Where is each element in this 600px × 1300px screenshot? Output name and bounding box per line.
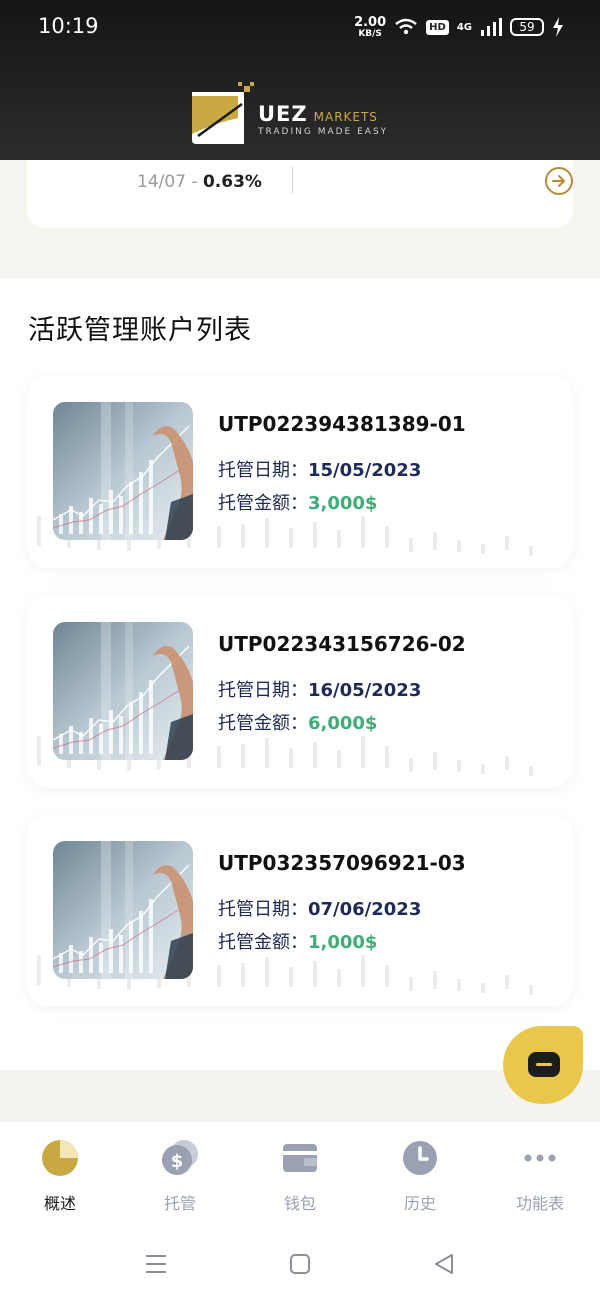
- custody-date-label: 托管日期：: [218, 899, 308, 920]
- trading-chart-image: [53, 841, 193, 979]
- next-arrow-button[interactable]: [545, 167, 573, 195]
- clock-icon: [403, 1141, 437, 1175]
- wallet-icon: [283, 1144, 317, 1172]
- hd-badge: HD: [426, 19, 449, 35]
- bottom-navigation: 概述 $ 托管 钱包 历史 功能表: [0, 1122, 600, 1222]
- custody-date-value: 15/05/2023: [308, 460, 422, 481]
- account-id: UTP022343156726-02: [218, 632, 466, 656]
- custody-date-label: 托管日期：: [218, 680, 308, 701]
- custody-date-label: 托管日期：: [218, 460, 308, 481]
- brand-wordmark: UEZ MARKETS TRADING MADE EASY: [258, 102, 388, 137]
- account-id: UTP022394381389-01: [218, 412, 466, 436]
- nav-label-menu: 功能表: [515, 1194, 564, 1213]
- section-title: 活跃管理账户列表: [28, 315, 252, 346]
- home-icon[interactable]: [288, 1252, 312, 1276]
- svg-text:$: $: [171, 1151, 184, 1172]
- arrow-right-icon: [552, 175, 565, 187]
- speed-value: 2.00: [354, 14, 387, 30]
- custody-amount-row: 托管金额：1,000$: [218, 928, 377, 954]
- signal-icon: [481, 18, 502, 36]
- custody-amount-value: 1,000$: [308, 932, 378, 953]
- performance-separator: -: [186, 172, 203, 192]
- app-header: 10:19 2.00 KB/S HD 4G 59 UEZ MARKETS TRA…: [0, 0, 600, 160]
- performance-date: 14/07: [137, 172, 186, 192]
- nav-label-overview: 概述: [43, 1194, 76, 1213]
- coins-icon: $: [162, 1140, 198, 1175]
- nav-item-custody[interactable]: $ 托管: [120, 1122, 240, 1222]
- account-card[interactable]: UTP032357096921-03 托管日期：07/06/2023 托管金额：…: [27, 815, 573, 1007]
- nav-item-menu[interactable]: 功能表: [480, 1122, 600, 1222]
- status-icons: 2.00 KB/S HD 4G 59: [354, 12, 564, 42]
- charging-icon: [553, 17, 563, 37]
- custody-date-value: 16/05/2023: [308, 680, 422, 701]
- divider: [292, 166, 293, 194]
- brand-suffix: MARKETS: [313, 110, 378, 124]
- custody-date-row: 托管日期：16/05/2023: [218, 676, 421, 702]
- chat-icon: [528, 1052, 560, 1077]
- nav-item-overview[interactable]: 概述: [0, 1122, 120, 1222]
- network-speed: 2.00 KB/S: [354, 16, 386, 39]
- custody-amount-label: 托管金额：: [218, 493, 308, 514]
- trading-chart-image: [53, 402, 193, 540]
- account-id: UTP032357096921-03: [218, 851, 466, 875]
- account-card[interactable]: UTP022394381389-01 托管日期：15/05/2023 托管金额：…: [27, 376, 573, 568]
- account-card[interactable]: UTP022343156726-02 托管日期：16/05/2023 托管金额：…: [27, 596, 573, 788]
- custody-amount-label: 托管金额：: [218, 713, 308, 734]
- performance-text: 14/07 - 0.63%: [137, 172, 262, 192]
- status-time: 10:19: [38, 14, 99, 38]
- menu-icon[interactable]: [144, 1253, 168, 1275]
- speed-unit: KB/S: [358, 28, 382, 39]
- nav-label-history: 历史: [403, 1194, 436, 1213]
- more-icon: [524, 1154, 556, 1162]
- pie-chart-icon: [42, 1140, 78, 1176]
- network-type: 4G: [456, 21, 472, 33]
- system-navigation-bar: [0, 1222, 600, 1300]
- custody-amount-value: 3,000$: [308, 493, 378, 514]
- custody-amount-row: 托管金额：6,000$: [218, 709, 377, 735]
- brand-name: UEZ: [258, 102, 308, 126]
- custody-amount-row: 托管金额：3,000$: [218, 489, 377, 515]
- performance-change: 0.63%: [202, 172, 262, 192]
- nav-label-custody: 托管: [163, 1194, 196, 1213]
- nav-item-wallet[interactable]: 钱包: [240, 1122, 360, 1222]
- custody-date-row: 托管日期：07/06/2023: [218, 895, 421, 921]
- wifi-icon: [395, 18, 417, 35]
- chat-button[interactable]: [503, 1026, 583, 1104]
- custody-date-row: 托管日期：15/05/2023: [218, 456, 421, 482]
- custody-amount-label: 托管金额：: [218, 932, 308, 953]
- battery-indicator: 59: [510, 18, 544, 36]
- nav-item-history[interactable]: 历史: [360, 1122, 480, 1222]
- back-icon[interactable]: [432, 1252, 456, 1276]
- nav-label-wallet: 钱包: [283, 1194, 316, 1213]
- custody-date-value: 07/06/2023: [308, 899, 422, 920]
- summary-card: 14/07 - 0.63%: [27, 160, 573, 228]
- trading-chart-image: [53, 622, 193, 760]
- custody-amount-value: 6,000$: [308, 713, 378, 734]
- brand-tagline: TRADING MADE EASY: [258, 127, 389, 137]
